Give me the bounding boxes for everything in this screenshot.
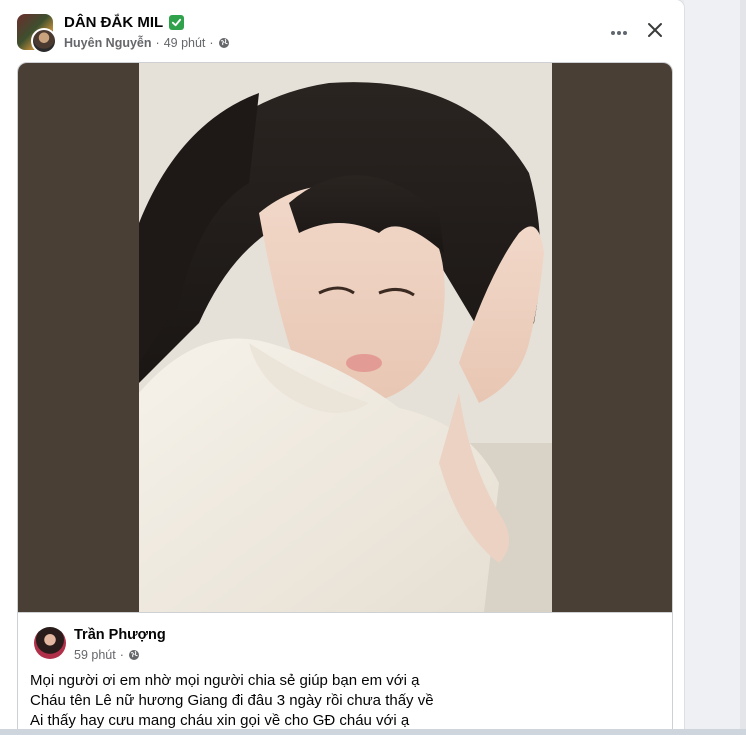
meta-separator: · (119, 648, 124, 662)
shared-author-name[interactable]: Trần Phượng (74, 627, 166, 643)
post-card: DÂN ĐẮK MIL Huyên Nguyễn · 49 phút · Trầ… (0, 0, 684, 735)
more-icon (610, 23, 628, 41)
post-author[interactable]: Huyên Nguyễn (64, 36, 152, 50)
shared-post-time[interactable]: 59 phút (74, 648, 116, 662)
close-icon (647, 22, 663, 43)
group-avatar[interactable] (17, 14, 57, 54)
meta-separator: · (155, 36, 160, 50)
group-name-text[interactable]: DÂN ĐẮK MIL (64, 14, 163, 31)
post-text-line: Cháu tên Lê nữ hương Giang đi đâu 3 ngày… (30, 692, 434, 709)
shared-post-content: Trần Phượng 59 phút · Mọi người ơi em nh… (18, 612, 672, 735)
shared-post-text: Mọi người ơi em nhờ mọi người chia sẻ gi… (30, 671, 660, 731)
shared-post[interactable]: Trần Phượng 59 phút · Mọi người ơi em nh… (17, 62, 673, 735)
post-text-line: Mọi người ơi em nhờ mọi người chia sẻ gi… (30, 672, 420, 689)
shared-author-avatar[interactable] (34, 627, 66, 659)
author-avatar[interactable] (31, 28, 57, 54)
post-header: DÂN ĐẮK MIL Huyên Nguyễn · 49 phút · (0, 0, 684, 58)
close-button[interactable] (640, 17, 670, 47)
globe-icon (218, 37, 230, 49)
globe-icon (128, 649, 140, 661)
more-options-button[interactable] (602, 17, 636, 47)
group-name[interactable]: DÂN ĐẮK MIL (64, 14, 185, 31)
photo-frame (18, 63, 672, 612)
scrollbar[interactable] (740, 0, 746, 735)
post-photo[interactable] (139, 63, 552, 612)
meta-separator: · (209, 36, 214, 50)
page-scroll-area (684, 0, 746, 735)
verified-check-icon (169, 15, 185, 30)
bottom-edge (0, 729, 746, 735)
post-time[interactable]: 49 phút (164, 36, 206, 50)
post-meta: Huyên Nguyễn · 49 phút · (64, 36, 230, 50)
shared-post-meta: 59 phút · (74, 648, 140, 662)
post-text-line: Ai thấy hay cưu mang cháu xin gọi về cho… (30, 712, 410, 729)
